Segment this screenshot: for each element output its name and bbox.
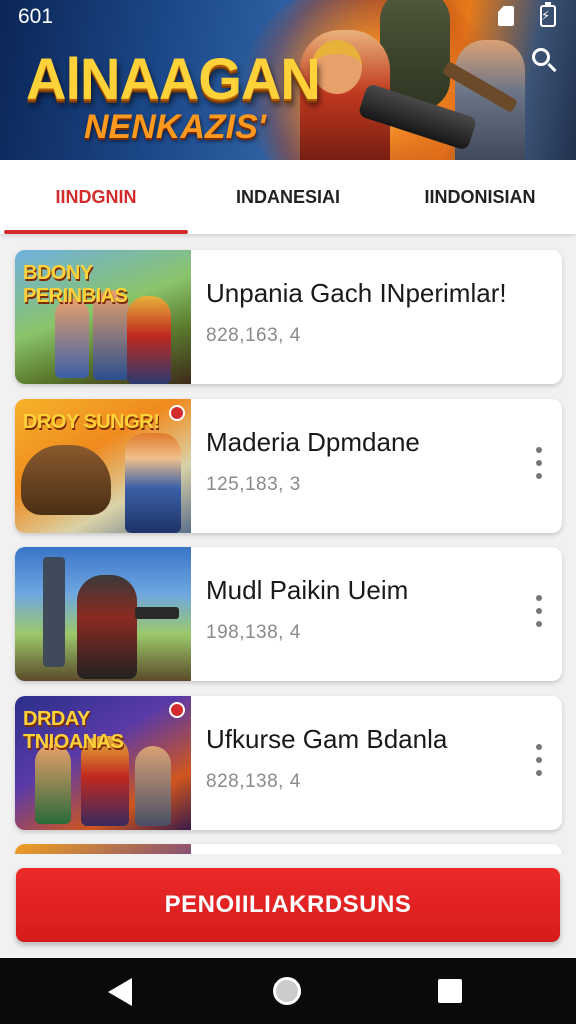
game-thumbnail: [15, 547, 191, 681]
thumbnail-title: BDONY PERINBIAS: [23, 262, 128, 307]
recents-icon[interactable]: [438, 979, 462, 1003]
game-title: Mudl Paikin Ueim: [206, 575, 409, 605]
game-thumbnail: [15, 844, 191, 854]
tab-iindgnin[interactable]: IINDGNIN: [0, 160, 192, 234]
new-badge-icon: [169, 702, 185, 718]
more-options-icon[interactable]: [534, 595, 544, 629]
game-thumbnail: DROY SUNGR!: [15, 399, 191, 533]
game-thumbnail: DRDAY TNIOANAS: [15, 696, 191, 830]
game-stats: 125,183, 3: [206, 474, 301, 495]
more-options-icon[interactable]: [534, 744, 544, 778]
game-title: Maderia Dpmdane: [206, 427, 420, 457]
game-card[interactable]: Mudl Paikin Ueim 198,138, 4: [15, 547, 562, 681]
game-title: Unpania Gach INperimlar!: [206, 278, 507, 308]
game-thumbnail: BDONY PERINBIAS: [15, 250, 191, 384]
primary-action-button[interactable]: PENOIILIAKRDSUNS: [16, 868, 560, 942]
header-banner: 601 AlNAAGAN NENKAZIS': [0, 0, 576, 160]
game-stats: 828,163, 4: [206, 325, 301, 346]
home-icon[interactable]: [273, 977, 301, 1005]
game-list: BDONY PERINBIAS Unpania Gach INperimlar!…: [0, 234, 576, 854]
tab-iindonisian[interactable]: IINDONISIAN: [384, 160, 576, 234]
game-card[interactable]: DROY SUNGR! Maderia Dpmdane 125,183, 3: [15, 399, 562, 533]
system-nav-bar: [0, 958, 576, 1024]
tab-bar: IINDGNIN INDANESIAI IINDONISIAN: [0, 160, 576, 234]
back-icon[interactable]: [108, 978, 132, 1006]
more-options-icon[interactable]: [534, 447, 544, 481]
app-logo-title: AlNAAGAN: [26, 45, 321, 112]
search-icon[interactable]: [528, 44, 562, 78]
game-card[interactable]: BDONY PERINBIAS Unpania Gach INperimlar!…: [15, 250, 562, 384]
status-time: 601: [18, 5, 54, 28]
tab-indanesiai[interactable]: INDANESIAI: [192, 160, 384, 234]
game-card[interactable]: [15, 844, 562, 854]
sim-icon: [498, 6, 514, 26]
new-badge-icon: [169, 405, 185, 421]
game-title: Ufkurse Gam Bdanla: [206, 724, 448, 754]
game-stats: 828,138, 4: [206, 771, 301, 792]
thumbnail-title: DRDAY TNIOANAS: [23, 708, 124, 753]
app-logo-subtitle: NENKAZIS': [84, 108, 266, 146]
game-stats: 198,138, 4: [206, 622, 301, 643]
thumbnail-title: DROY SUNGR!: [23, 411, 160, 433]
game-card[interactable]: DRDAY TNIOANAS Ufkurse Gam Bdanla 828,13…: [15, 696, 562, 830]
battery-charging-icon: [540, 2, 556, 27]
